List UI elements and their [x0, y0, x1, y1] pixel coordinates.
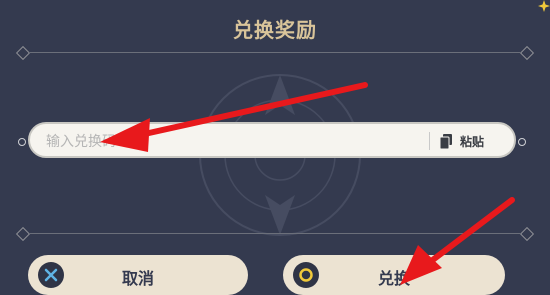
dialog-title: 兑换奖励 [233, 18, 317, 42]
redeem-code-input[interactable] [44, 130, 408, 154]
top-divider [15, 45, 535, 61]
paste-separator [429, 132, 430, 150]
star-icon [538, 0, 550, 12]
code-input-container: 粘贴 [18, 122, 526, 158]
redeem-dialog: 兑换奖励 粘贴 取消 [0, 0, 550, 295]
redeem-button[interactable]: 兑换 [283, 255, 505, 295]
cancel-label: 取消 [121, 269, 154, 288]
redeem-label: 兑换 [377, 269, 410, 288]
paste-label: 粘贴 [460, 134, 485, 149]
bottom-divider [15, 226, 535, 242]
clipboard-icon [440, 133, 452, 149]
cancel-button[interactable]: 取消 [28, 255, 248, 295]
paste-button[interactable]: 粘贴 [440, 130, 502, 152]
